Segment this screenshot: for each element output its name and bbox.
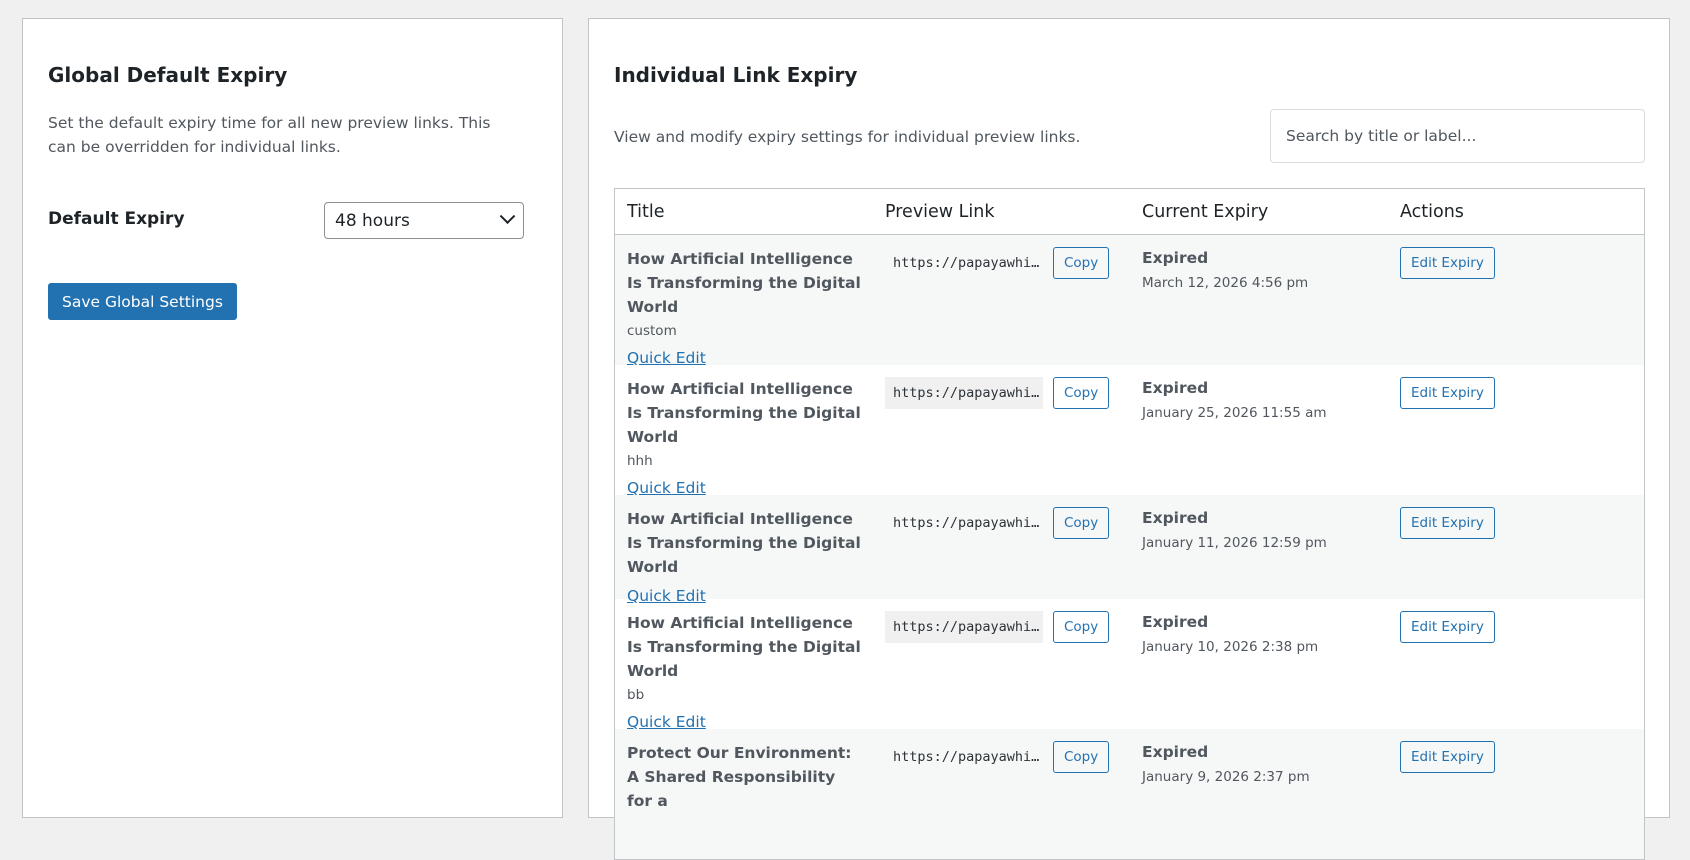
expiry-status: Expired — [1142, 379, 1209, 397]
individual-expiry-description: View and modify expiry settings for indi… — [614, 128, 1081, 146]
expiry-status: Expired — [1142, 249, 1209, 267]
save-global-settings-button[interactable]: Save Global Settings — [48, 283, 237, 320]
copy-button[interactable]: Copy — [1053, 741, 1110, 773]
individual-expiry-title: Individual Link Expiry — [614, 63, 858, 87]
table-row: How Artificial Intelligence Is Transform… — [615, 599, 1644, 731]
expiry-date: January 11, 2026 12:59 pm — [1142, 535, 1327, 551]
quick-edit-link[interactable]: Quick Edit — [627, 349, 706, 367]
chevron-down-icon — [499, 208, 516, 225]
row-label: custom — [627, 323, 677, 339]
table-row: How Artificial Intelligence Is Transform… — [615, 235, 1644, 367]
expiry-date: January 25, 2026 11:55 am — [1142, 405, 1327, 421]
global-expiry-description: Set the default expiry time for all new … — [48, 114, 491, 156]
default-expiry-label: Default Expiry — [48, 209, 185, 229]
preview-link-url: https://papayawhip... — [885, 611, 1043, 643]
edit-expiry-button[interactable]: Edit Expiry — [1400, 741, 1495, 773]
preview-link-url: https://papayawhip... — [885, 377, 1043, 409]
links-table: Title Preview Link Current Expiry Action… — [614, 188, 1645, 860]
quick-edit-link[interactable]: Quick Edit — [627, 479, 706, 497]
global-expiry-panel: Global Default Expiry Set the default ex… — [22, 18, 563, 818]
search-input[interactable] — [1270, 109, 1645, 163]
quick-edit-link[interactable]: Quick Edit — [627, 587, 706, 605]
row-title: How Artificial Intelligence Is Transform… — [627, 380, 861, 446]
quick-edit-link[interactable]: Quick Edit — [627, 713, 706, 731]
row-title: How Artificial Intelligence Is Transform… — [627, 510, 861, 576]
global-expiry-title: Global Default Expiry — [48, 63, 288, 87]
preview-link-url: https://papayawhip... — [893, 255, 1043, 271]
row-title: How Artificial Intelligence Is Transform… — [627, 250, 861, 316]
expiry-date: January 9, 2026 2:37 pm — [1142, 769, 1310, 785]
default-expiry-select[interactable]: 48 hours — [324, 202, 524, 239]
row-label: bb — [627, 687, 645, 703]
table-row: How Artificial Intelligence Is Transform… — [615, 495, 1644, 605]
row-label: hhh — [627, 453, 653, 469]
edit-expiry-button[interactable]: Edit Expiry — [1400, 507, 1495, 539]
individual-expiry-panel: Individual Link Expiry View and modify e… — [588, 18, 1670, 860]
table-header: Title Preview Link Current Expiry Action… — [615, 189, 1644, 235]
copy-button[interactable]: Copy — [1053, 377, 1110, 409]
column-header-preview-link: Preview Link — [885, 201, 995, 222]
row-title: How Artificial Intelligence Is Transform… — [627, 614, 861, 680]
edit-expiry-button[interactable]: Edit Expiry — [1400, 611, 1495, 643]
expiry-date: January 10, 2026 2:38 pm — [1142, 639, 1319, 655]
default-expiry-value: 48 hours — [335, 210, 410, 231]
expiry-status: Expired — [1142, 509, 1209, 527]
column-header-current-expiry: Current Expiry — [1142, 201, 1269, 222]
preview-link-url: https://papayawhip... — [893, 515, 1043, 531]
table-row: Protect Our Environment: A Shared Respon… — [615, 729, 1644, 859]
column-header-title: Title — [627, 201, 665, 222]
edit-expiry-button[interactable]: Edit Expiry — [1400, 247, 1495, 279]
copy-button[interactable]: Copy — [1053, 611, 1110, 643]
edit-expiry-button[interactable]: Edit Expiry — [1400, 377, 1495, 409]
copy-button[interactable]: Copy — [1053, 507, 1110, 539]
table-row: How Artificial Intelligence Is Transform… — [615, 365, 1644, 497]
row-title: Protect Our Environment: A Shared Respon… — [627, 744, 852, 810]
expiry-status: Expired — [1142, 743, 1209, 761]
copy-button[interactable]: Copy — [1053, 247, 1110, 279]
preview-link-url: https://papayawhip... — [893, 749, 1043, 765]
expiry-date: March 12, 2026 4:56 pm — [1142, 275, 1309, 291]
column-header-actions: Actions — [1400, 201, 1464, 222]
expiry-status: Expired — [1142, 613, 1209, 631]
